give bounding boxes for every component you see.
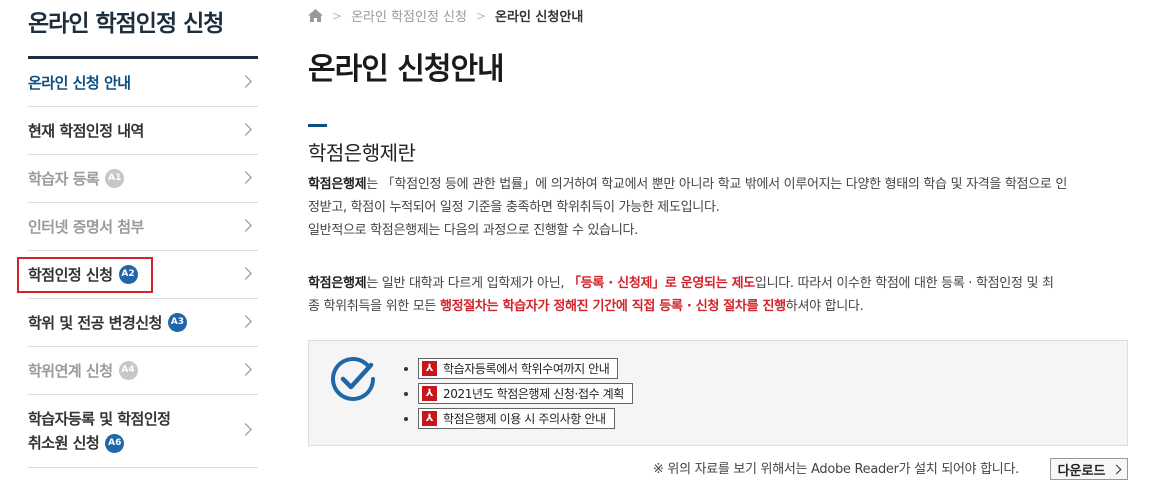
chevron-right-icon bbox=[1111, 464, 1122, 474]
sidebar-item-label: 학위연계 신청 bbox=[28, 361, 113, 380]
breadcrumb-item[interactable]: 온라인 학점인정 신청 bbox=[351, 6, 467, 25]
term-bold: 학점은행제 bbox=[308, 276, 367, 291]
sidebar-item-label: 온라인 신청 안내 bbox=[28, 73, 131, 92]
bullet bbox=[404, 416, 408, 421]
text: 일반적으로 학점은행제는 다음의 과정으로 진행할 수 있습니다. bbox=[308, 223, 638, 238]
download-link[interactable]: ⅄ 학습자등록에서 학위수여까지 안내 bbox=[418, 358, 619, 379]
download-label: 학습자등록에서 학위수여까지 안내 bbox=[443, 362, 610, 376]
intro-paragraph: 학점은행제는 「학점인정 등에 관한 법률」에 의거하여 학교에서 뿐만 아니라… bbox=[308, 173, 1133, 242]
chevron-right-icon bbox=[239, 423, 252, 436]
reader-note: ※ 위의 자료를 보기 위해서는 Adobe Reader가 설치 되어야 합니… bbox=[653, 462, 1019, 477]
download-button[interactable]: 다운로드 bbox=[1050, 458, 1128, 480]
list-item: ⅄ 학점은행제 이용 시 주의사항 안내 bbox=[404, 407, 633, 430]
sidebar-item-label: 인터넷 증명서 첨부 bbox=[28, 217, 144, 236]
text: 는 일반 대학과 다르게 입학제가 아닌, bbox=[366, 276, 569, 291]
download-label: 2021년도 학점은행제 신청·접수 계획 bbox=[443, 387, 624, 401]
chevron-right-icon bbox=[239, 266, 252, 280]
pdf-icon: ⅄ bbox=[422, 361, 437, 376]
chevron-right-icon bbox=[239, 74, 252, 88]
label-line-2: 취소원 신청 bbox=[28, 434, 100, 452]
sidebar-item-cancel-request[interactable]: 학습자등록 및 학점인정 취소원 신청 A6 bbox=[28, 395, 258, 468]
text: 입니다. 따라서 이수한 학점에 대한 등록 · 학점인정 및 최 bbox=[754, 276, 1054, 291]
sidebar-item-current-credits[interactable]: 현재 학점인정 내역 bbox=[28, 107, 258, 155]
download-label: 학점은행제 이용 시 주의사항 안내 bbox=[443, 412, 606, 426]
chevron-right-icon bbox=[239, 314, 252, 328]
breadcrumb-separator: > bbox=[475, 8, 487, 23]
sidebar-item-label: 학습자등록 및 학점인정 취소원 신청 A6 bbox=[28, 407, 171, 455]
page-title: 온라인 신청안내 bbox=[308, 52, 505, 87]
download-list: ⅄ 학습자등록에서 학위수여까지 안내 ⅄ 2021년도 학점은행제 신청·접수… bbox=[404, 357, 633, 432]
sidebar-item-label: 학습자 등록 bbox=[28, 169, 100, 188]
download-link[interactable]: ⅄ 2021년도 학점은행제 신청·접수 계획 bbox=[418, 383, 633, 404]
sidebar-item-learner-registration[interactable]: 학습자 등록 A1 bbox=[28, 155, 258, 203]
list-item: ⅄ 학습자등록에서 학위수여까지 안내 bbox=[404, 357, 633, 380]
chevron-right-icon bbox=[239, 122, 252, 136]
term-bold: 학점은행제 bbox=[308, 177, 367, 192]
breadcrumb-current: 온라인 신청안내 bbox=[495, 10, 584, 25]
label-line-1: 학습자등록 및 학점인정 bbox=[28, 410, 171, 428]
step-badge: A6 bbox=[105, 434, 125, 453]
notice-paragraph: 학점은행제는 일반 대학과 다르게 입학제가 아닌, 「등록 · 신청제」로 운… bbox=[308, 272, 1133, 318]
chevron-right-icon bbox=[239, 170, 252, 184]
sidebar-item-label: 학위 및 전공 변경신청 bbox=[28, 313, 162, 332]
download-link[interactable]: ⅄ 학점은행제 이용 시 주의사항 안내 bbox=[418, 408, 615, 429]
step-badge: A3 bbox=[167, 313, 187, 332]
step-badge: A4 bbox=[118, 361, 138, 380]
sidebar-item-degree-change[interactable]: 학위 및 전공 변경신청 A3 bbox=[28, 299, 258, 347]
bullet bbox=[404, 391, 408, 396]
breadcrumb-separator: > bbox=[332, 8, 343, 23]
bullet bbox=[404, 366, 408, 371]
sidebar-item-degree-link[interactable]: 학위연계 신청 A4 bbox=[28, 347, 258, 395]
emphasis-text: 행정절차는 학습자가 정해진 기간에 직접 등록 · 신청 절차를 진행 bbox=[439, 299, 786, 314]
sidebar-item-online-guide[interactable]: 온라인 신청 안내 bbox=[28, 59, 258, 107]
text: 는 「학점인정 등에 관한 법률」에 의거하여 학교에서 뿐만 아니라 학교 밖… bbox=[366, 177, 1068, 192]
text: 하셔야 합니다. bbox=[785, 299, 864, 314]
chevron-right-icon bbox=[239, 218, 252, 232]
step-badge: A1 bbox=[105, 169, 125, 188]
step-badge: A2 bbox=[118, 265, 138, 284]
sidebar-item-credit-application[interactable]: 학점인정 신청 A2 bbox=[17, 251, 258, 299]
section-title: 학점은행제란 bbox=[308, 141, 416, 165]
sidebar-title: 온라인 학점인정 신청 bbox=[28, 11, 224, 37]
check-circle-icon bbox=[331, 357, 375, 401]
emphasis-text: 「등록 · 신청제」로 운영되는 제도 bbox=[568, 276, 755, 291]
list-item: ⅄ 2021년도 학점은행제 신청·접수 계획 bbox=[404, 382, 633, 405]
sidebar-item-label: 학점인정 신청 bbox=[28, 265, 113, 284]
sidebar-item-label: 현재 학점인정 내역 bbox=[28, 121, 144, 140]
download-button-label: 다운로드 bbox=[1057, 463, 1106, 479]
breadcrumb: > 온라인 학점인정 신청 > 온라인 신청안내 bbox=[308, 6, 583, 25]
pdf-icon: ⅄ bbox=[422, 411, 437, 426]
download-box: ⅄ 학습자등록에서 학위수여까지 안내 ⅄ 2021년도 학점은행제 신청·접수… bbox=[308, 340, 1128, 446]
text: 종 학위취득을 위한 모든 bbox=[308, 299, 440, 314]
home-icon[interactable] bbox=[308, 9, 323, 22]
sidebar-item-certificate-attach[interactable]: 인터넷 증명서 첨부 bbox=[28, 203, 258, 251]
sidebar-nav: 온라인 학점인정 신청 온라인 신청 안내 현재 학점인정 내역 학습자 등록 … bbox=[17, 0, 258, 468]
pdf-icon: ⅄ bbox=[422, 386, 437, 401]
text: 정받고, 학점이 누적되어 일정 기준을 충족하면 학위취득이 가능한 제도입니… bbox=[308, 200, 720, 215]
chevron-right-icon bbox=[239, 362, 252, 376]
section-accent-bar bbox=[308, 124, 327, 127]
